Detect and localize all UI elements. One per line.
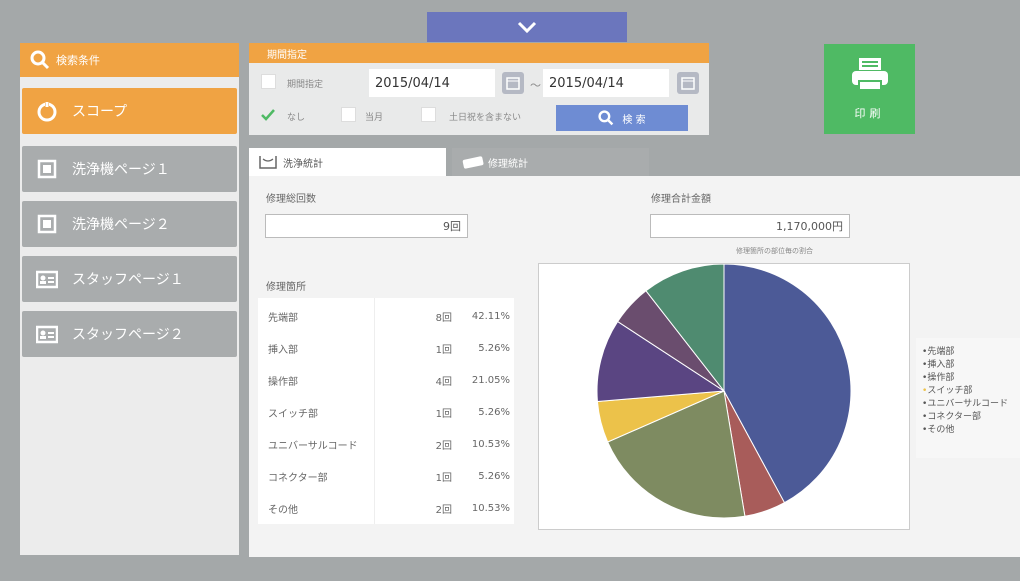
sidebar-item-label: スコープ [72, 104, 128, 120]
repair-count-value: 9回 [265, 214, 468, 238]
tab-label: 洗浄統計 [283, 158, 323, 170]
part-count: 4回 [435, 376, 452, 388]
exclude-holidays-label: 土日祝を含まない [449, 113, 522, 123]
pie-chart-panel [538, 263, 910, 530]
repair-total-value: 1,170,000円 [650, 214, 850, 238]
repair-total-label: 修理合計金額 [651, 194, 711, 205]
legend-item: •先端部 [922, 346, 1020, 359]
collapse-toggle-button[interactable] [427, 12, 627, 42]
search-button[interactable]: 検 索 [556, 105, 688, 131]
legend-item: •挿入部 [922, 359, 1020, 372]
exclude-holidays-checkbox[interactable] [421, 107, 436, 122]
sidebar-header-label: 検索条件 [56, 54, 100, 67]
chart-legend: •先端部 •挿入部 •操作部 •スイッチ部 •ユニバーサルコード •コネクター部 •その他 [916, 338, 1020, 458]
legend-label: その他 [927, 425, 955, 435]
sidebar-item-scope[interactable]: スコープ [22, 88, 237, 134]
table-row: コネクター部 1回 5.26% [258, 460, 514, 492]
calendar-icon[interactable] [677, 72, 699, 94]
current-month-label: 当月 [365, 113, 384, 123]
part-count: 8回 [435, 312, 452, 324]
table-row: スイッチ部 1回 5.26% [258, 396, 514, 428]
date-separator: ～ [530, 79, 541, 92]
table-row: 操作部 4回 21.05% [258, 364, 514, 396]
part-percent: 10.53% [471, 502, 510, 514]
checkmark-icon[interactable] [260, 107, 276, 123]
legend-label: ユニバーサルコード [927, 399, 1008, 409]
period-checkbox-label: 期間指定 [287, 80, 324, 90]
current-month-checkbox[interactable] [341, 107, 356, 122]
repair-parts-label: 修理箇所 [266, 282, 306, 293]
table-row: 先端部 8回 42.11% [258, 300, 514, 332]
part-name: 先端部 [268, 312, 298, 324]
part-name: 操作部 [268, 376, 298, 388]
wrench-icon [462, 156, 484, 169]
page-icon [36, 158, 58, 180]
tab-repair-stats[interactable]: 修理統計 [452, 148, 649, 176]
part-percent: 42.11% [471, 310, 510, 322]
legend-item: •コネクター部 [922, 411, 1020, 424]
sidebar-item-label: 洗浄機ページ１ [72, 162, 170, 178]
print-button[interactable]: 印刷 [824, 44, 915, 134]
sidebar-item-staff-page-1[interactable]: スタッフページ１ [22, 256, 237, 302]
table-row: その他 2回 10.53% [258, 492, 514, 524]
part-percent: 10.53% [471, 438, 510, 450]
search-button-label: 検 索 [622, 114, 646, 126]
part-percent: 5.26% [478, 406, 510, 418]
part-count: 2回 [435, 504, 452, 516]
chevron-down-icon [517, 21, 537, 34]
part-count: 2回 [435, 440, 452, 452]
part-count: 1回 [435, 344, 452, 356]
wash-basin-icon [259, 156, 277, 169]
part-name: スイッチ部 [268, 408, 318, 420]
repair-count-label: 修理総回数 [266, 194, 316, 205]
pie-chart [596, 263, 852, 519]
part-percent: 5.26% [478, 342, 510, 354]
chart-caption: 修理箇所の部位毎の割合 [736, 247, 813, 255]
table-row: 挿入部 1回 5.26% [258, 332, 514, 364]
staff-card-icon [36, 268, 58, 290]
date-to-input[interactable]: 2015/04/14 [543, 69, 669, 97]
period-header: 期間指定 [249, 43, 709, 63]
none-option-label: なし [287, 113, 306, 123]
table-row: ユニバーサルコード 2回 10.53% [258, 428, 514, 460]
search-icon [598, 110, 614, 126]
legend-label: 操作部 [927, 373, 955, 383]
tab-label: 修理統計 [488, 158, 528, 170]
scope-icon [36, 100, 58, 122]
tab-wash-stats[interactable]: 洗浄統計 [249, 148, 446, 176]
sidebar-item-label: 洗浄機ページ２ [72, 217, 170, 233]
search-conditions-header: 検索条件 [20, 43, 239, 77]
sidebar-item-staff-page-2[interactable]: スタッフページ２ [22, 311, 237, 357]
part-name: その他 [268, 504, 298, 516]
printer-icon [851, 58, 888, 91]
part-count: 1回 [435, 472, 452, 484]
staff-card-icon [36, 323, 58, 345]
part-name: ユニバーサルコード [268, 440, 358, 452]
page-icon [36, 213, 58, 235]
legend-label: 挿入部 [927, 360, 955, 370]
date-from-input[interactable]: 2015/04/14 [369, 69, 495, 97]
sidebar-item-label: スタッフページ２ [72, 327, 184, 343]
part-percent: 5.26% [478, 470, 510, 482]
legend-label: 先端部 [927, 347, 955, 357]
period-checkbox[interactable] [261, 74, 276, 89]
legend-label: コネクター部 [927, 412, 981, 422]
legend-item: •その他 [922, 424, 1020, 437]
part-name: 挿入部 [268, 344, 298, 356]
sidebar-item-washer-page-1[interactable]: 洗浄機ページ１ [22, 146, 237, 192]
legend-item: •スイッチ部 [922, 385, 1020, 398]
calendar-icon[interactable] [502, 72, 524, 94]
part-name: コネクター部 [268, 472, 328, 484]
legend-item: •操作部 [922, 372, 1020, 385]
part-percent: 21.05% [471, 374, 510, 386]
part-count: 1回 [435, 408, 452, 420]
legend-item: •ユニバーサルコード [922, 398, 1020, 411]
print-button-label: 印刷 [854, 107, 885, 120]
search-icon [30, 50, 50, 70]
legend-label: スイッチ部 [927, 386, 973, 396]
sidebar-item-label: スタッフページ１ [72, 272, 184, 288]
repair-parts-table: 先端部 8回 42.11% 挿入部 1回 5.26% 操作部 4回 21.05%… [258, 298, 514, 524]
sidebar-item-washer-page-2[interactable]: 洗浄機ページ２ [22, 201, 237, 247]
